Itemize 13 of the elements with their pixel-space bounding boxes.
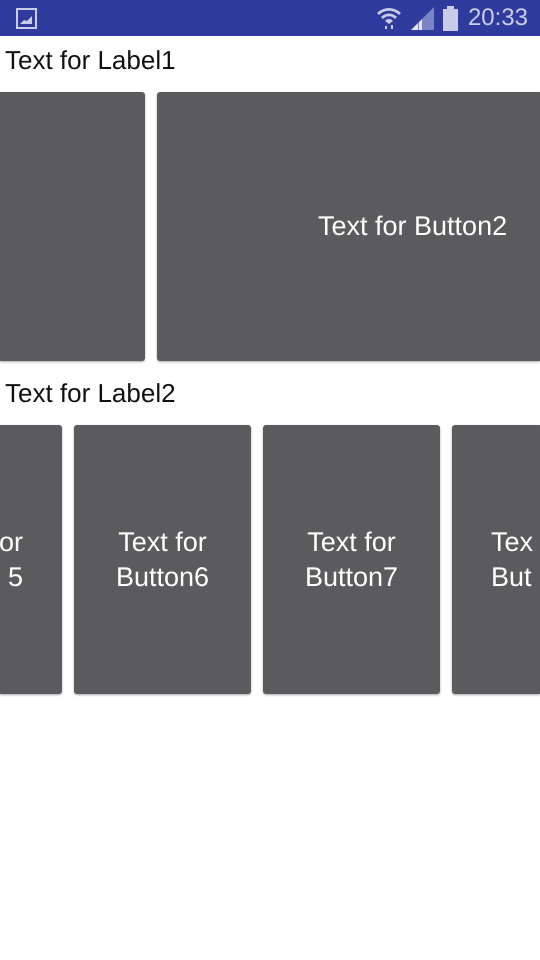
button[interactable]: Text for Button2	[157, 92, 540, 361]
battery-icon	[442, 6, 458, 30]
button[interactable]	[0, 92, 145, 361]
signal-icon	[410, 6, 435, 30]
button[interactable]: Tex But	[452, 425, 540, 694]
clock-time: 20:33	[468, 4, 528, 32]
button[interactable]: Text for Button6	[74, 425, 251, 694]
button[interactable]: Text for Button7	[263, 425, 440, 694]
section-label: Text for Label1	[4, 44, 177, 77]
image-icon	[16, 8, 37, 28]
wifi-icon	[376, 5, 402, 31]
section-label: Text for Label2	[4, 377, 177, 410]
button[interactable]: or 5	[0, 425, 62, 694]
